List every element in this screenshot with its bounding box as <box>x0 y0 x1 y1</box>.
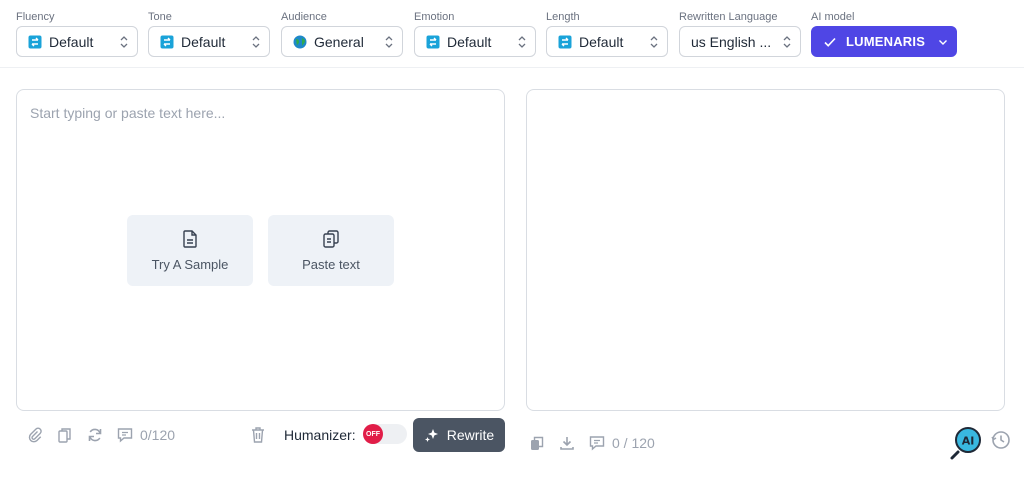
fluency-select[interactable]: Default <box>16 26 138 57</box>
paperclip-icon <box>28 427 42 443</box>
comment-icon <box>589 436 605 451</box>
settings-toolbar: Fluency Default Tone Default Audience Ge… <box>0 0 1024 68</box>
tone-field: Tone Default <box>148 10 270 57</box>
copy-output-button[interactable] <box>526 432 548 454</box>
length-label: Length <box>546 11 580 23</box>
humanizer-toggle[interactable]: OFF <box>363 424 407 444</box>
fluency-value: Default <box>49 33 94 50</box>
audience-field: Audience General <box>281 10 403 57</box>
length-value: Default <box>579 33 624 50</box>
updown-chevron-icon <box>518 35 526 48</box>
delete-button[interactable] <box>247 424 269 446</box>
audience-label: Audience <box>281 11 327 23</box>
output-word-count-indicator <box>586 432 608 454</box>
download-icon <box>560 437 574 450</box>
length-select[interactable]: Default <box>546 26 668 57</box>
copy-icon <box>58 428 71 443</box>
emotion-select[interactable]: Default <box>414 26 536 57</box>
default-icon <box>426 35 440 48</box>
paste-text-button[interactable]: Paste text <box>268 215 394 286</box>
language-select[interactable]: us English ... <box>679 26 801 57</box>
ai-model-field: AI model LUMENARIS <box>811 10 957 57</box>
tone-select[interactable]: Default <box>148 26 270 57</box>
fluency-label: Fluency <box>16 11 55 23</box>
refresh-button[interactable] <box>84 424 106 446</box>
audience-value: General <box>314 33 364 50</box>
attach-button[interactable] <box>24 424 46 446</box>
refresh-icon <box>88 428 102 442</box>
check-icon <box>824 37 836 47</box>
chevron-down-icon <box>939 39 947 45</box>
try-sample-button[interactable]: Try A Sample <box>127 215 253 286</box>
updown-chevron-icon <box>783 35 791 48</box>
sparkle-icon <box>424 429 438 442</box>
language-value: us English ... <box>691 33 772 50</box>
ai-model-select[interactable]: LUMENARIS <box>811 26 957 57</box>
input-character-counter: 0/120 <box>140 427 176 443</box>
updown-chevron-icon <box>385 35 393 48</box>
rewrite-button[interactable]: Rewrite <box>413 418 505 452</box>
humanizer-label: Humanizer: <box>284 427 356 443</box>
emotion-value: Default <box>447 33 492 50</box>
output-actions: 0 / 120 <box>526 432 655 454</box>
language-field: Rewritten Language us English ... <box>679 10 801 57</box>
updown-chevron-icon <box>252 35 260 48</box>
input-editor[interactable]: Start typing or paste text here... Try A… <box>16 89 505 411</box>
editor-actions: 0/120 <box>24 424 175 446</box>
ai-detector-icon[interactable]: AI <box>949 425 985 461</box>
document-icon <box>183 229 197 248</box>
ai-model-value: LUMENARIS <box>846 34 926 49</box>
download-button[interactable] <box>556 432 578 454</box>
default-icon <box>558 35 572 48</box>
emotion-field: Emotion Default <box>414 10 536 57</box>
updown-chevron-icon <box>120 35 128 48</box>
editor-placeholder: Start typing or paste text here... <box>30 105 226 121</box>
try-sample-label: Try A Sample <box>151 256 229 272</box>
tone-label: Tone <box>148 11 172 23</box>
rewrite-label: Rewrite <box>446 427 495 443</box>
word-count-indicator <box>114 424 136 446</box>
ai-model-label: AI model <box>811 11 855 23</box>
output-character-counter: 0 / 120 <box>612 435 655 451</box>
default-icon <box>160 35 174 48</box>
output-panel <box>526 89 1005 411</box>
emotion-label: Emotion <box>414 11 455 23</box>
history-icon[interactable] <box>990 429 1012 451</box>
fluency-field: Fluency Default <box>16 10 138 57</box>
updown-chevron-icon <box>650 35 658 48</box>
toggle-knob: OFF <box>363 424 383 444</box>
comment-icon <box>117 428 133 443</box>
globe-icon <box>293 35 307 48</box>
audience-select[interactable]: General <box>281 26 403 57</box>
tone-value: Default <box>181 33 226 50</box>
length-field: Length Default <box>546 10 668 57</box>
copy-input-button[interactable] <box>54 424 76 446</box>
paste-icon <box>323 229 339 248</box>
ai-badge-text: AI <box>962 435 975 448</box>
language-label: Rewritten Language <box>679 11 778 23</box>
copy-icon <box>531 436 544 450</box>
default-icon <box>28 35 42 48</box>
paste-text-label: Paste text <box>302 256 360 272</box>
trash-icon <box>252 427 264 443</box>
